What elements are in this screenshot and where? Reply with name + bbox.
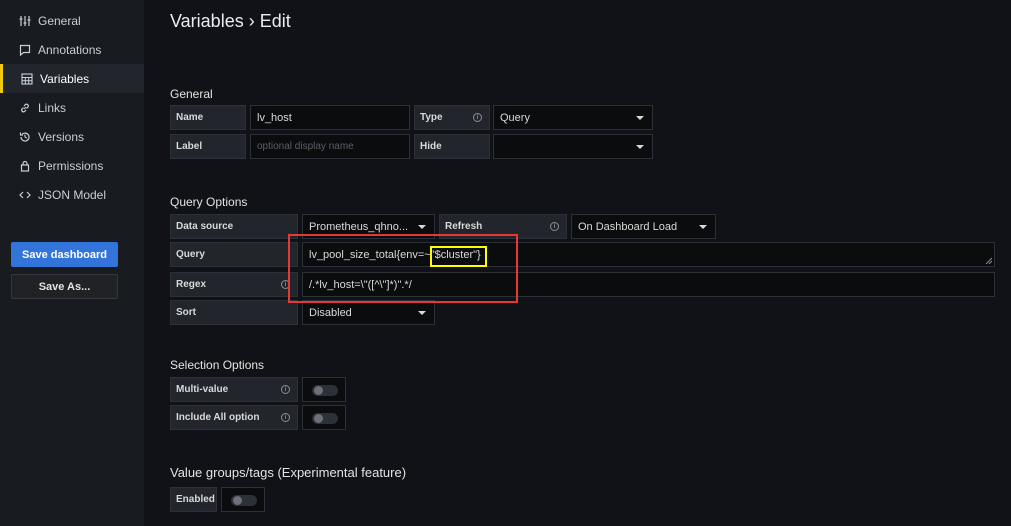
name-input[interactable]: lv_host <box>250 105 410 130</box>
settings-sidebar: General Annotations Variables Links Vers… <box>0 0 144 526</box>
include-all-label: Include All option i <box>170 405 298 430</box>
sidebar-item-general[interactable]: General <box>0 6 144 35</box>
sliders-icon <box>18 14 31 27</box>
caret-down-icon <box>636 145 644 149</box>
lock-icon <box>18 159 31 172</box>
sidebar-item-annotations[interactable]: Annotations <box>0 35 144 64</box>
code-icon <box>18 188 31 201</box>
regex-label-text: Regex <box>176 279 207 290</box>
toggle-knob <box>314 414 323 423</box>
caret-down-icon <box>418 225 426 229</box>
comment-icon <box>18 43 31 56</box>
include-all-switch[interactable] <box>302 405 346 430</box>
include-all-label-text: Include All option <box>176 412 260 423</box>
datasource-label: Data source <box>170 214 298 239</box>
sidebar-item-versions[interactable]: Versions <box>0 122 144 151</box>
refresh-label-text: Refresh <box>445 221 483 232</box>
general-heading: General <box>170 87 213 101</box>
sidebar-item-label: Variables <box>40 71 90 86</box>
name-label: Name <box>170 105 246 130</box>
sort-select-value: Disabled <box>309 306 352 319</box>
toggle-track <box>312 413 338 424</box>
sidebar-item-label: General <box>38 13 81 28</box>
highlight-box-yellow <box>430 246 487 267</box>
refresh-select[interactable]: On Dashboard Load <box>571 214 716 239</box>
sidebar-item-label: Versions <box>38 129 85 144</box>
link-icon <box>18 101 31 114</box>
multi-value-label: Multi-value i <box>170 377 298 402</box>
caret-down-icon <box>636 116 644 120</box>
selection-options-heading: Selection Options <box>170 358 265 372</box>
info-icon[interactable]: i <box>473 113 482 122</box>
query-options-heading: Query Options <box>170 195 248 209</box>
toggle-track <box>312 385 338 396</box>
info-icon[interactable]: i <box>281 385 290 394</box>
history-icon <box>18 130 31 143</box>
save-as-button[interactable]: Save As... <box>11 274 118 299</box>
datasource-select-value: Prometheus_qhno... <box>309 220 409 233</box>
caret-down-icon <box>418 311 426 315</box>
sidebar-item-json-model[interactable]: JSON Model <box>0 180 144 209</box>
enabled-switch[interactable] <box>221 487 265 512</box>
query-label: Query <box>170 242 298 267</box>
type-select[interactable]: Query <box>493 105 653 130</box>
sidebar-item-permissions[interactable]: Permissions <box>0 151 144 180</box>
resize-handle-icon[interactable] <box>985 257 992 264</box>
type-select-value: Query <box>500 111 530 124</box>
enabled-label: Enabled <box>170 487 217 512</box>
regex-label: Regex i <box>170 272 298 297</box>
sort-select[interactable]: Disabled <box>302 300 435 325</box>
hide-label: Hide <box>414 134 490 159</box>
label-label: Label <box>170 134 246 159</box>
sidebar-item-links[interactable]: Links <box>0 93 144 122</box>
multi-value-label-text: Multi-value <box>176 384 229 395</box>
type-label-text: Type <box>420 112 443 123</box>
info-icon[interactable]: i <box>550 222 559 231</box>
sidebar-item-label: JSON Model <box>38 187 107 202</box>
toggle-knob <box>314 386 323 395</box>
label-input[interactable]: optional display name <box>250 134 410 159</box>
page-title: Variables › Edit <box>170 11 291 31</box>
sidebar-item-variables[interactable]: Variables <box>0 64 144 93</box>
hide-select[interactable] <box>493 134 653 159</box>
value-groups-heading: Value groups/tags (Experimental feature) <box>170 465 407 480</box>
toggle-knob <box>233 496 242 505</box>
multi-value-switch[interactable] <box>302 377 346 402</box>
sidebar-item-label: Links <box>38 100 67 115</box>
caret-down-icon <box>699 225 707 229</box>
sidebar-item-label: Permissions <box>38 158 104 173</box>
refresh-select-value: On Dashboard Load <box>578 220 678 233</box>
highlight-box-red <box>288 234 518 303</box>
calculator-icon <box>20 72 33 85</box>
info-icon[interactable]: i <box>281 413 290 422</box>
sidebar-item-label: Annotations <box>38 42 102 57</box>
save-dashboard-button[interactable]: Save dashboard <box>11 242 118 267</box>
sort-label: Sort <box>170 300 298 325</box>
type-label: Type i <box>414 105 490 130</box>
toggle-track <box>231 495 257 506</box>
